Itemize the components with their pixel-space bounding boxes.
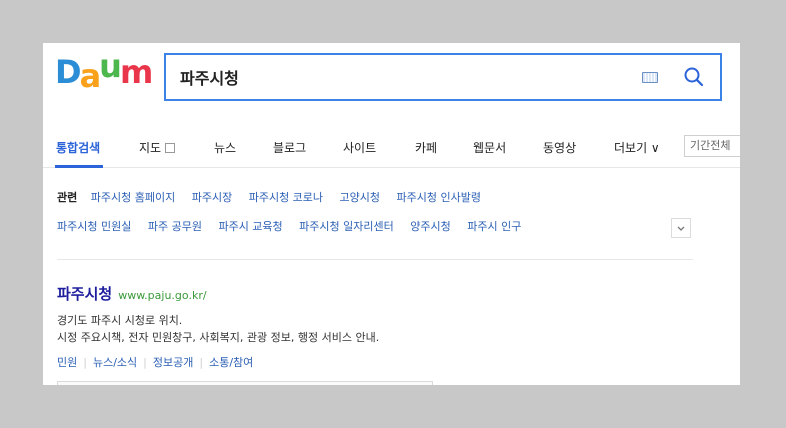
tab-map-label: 지도 — [139, 141, 162, 155]
tab-map[interactable]: 지도 — [139, 139, 176, 156]
sublink-news[interactable]: 뉴스/소식 — [93, 356, 137, 369]
search-button[interactable] — [678, 61, 710, 93]
result-description-line-2: 시정 주요시책, 전자 민원창구, 사회복지, 관광 정보, 행정 서비스 안내… — [57, 331, 380, 344]
sublink-participation[interactable]: 소통/참여 — [209, 356, 253, 369]
chevron-down-icon — [677, 226, 685, 231]
related-link[interactable]: 파주시청 코로나 — [249, 191, 323, 204]
result-preview-box — [57, 381, 433, 385]
sublink-separator: | — [199, 356, 204, 369]
result-title-link[interactable]: 파주시청 — [57, 285, 112, 303]
related-label: 관련 — [57, 191, 78, 204]
logo-letter-d: D — [55, 53, 82, 91]
result-header: 파주시청 www.paju.go.kr/ — [57, 283, 707, 304]
map-checkbox[interactable] — [165, 142, 176, 153]
related-link[interactable]: 파주 공무원 — [148, 220, 202, 233]
related-link[interactable]: 고양시청 — [340, 191, 380, 204]
search-header: D a u m — [43, 43, 740, 118]
tab-blog[interactable]: 블로그 — [273, 139, 306, 156]
keyboard-icon[interactable] — [642, 72, 658, 83]
related-link[interactable]: 파주시장 — [192, 191, 232, 204]
logo-letter-u: u — [99, 47, 122, 85]
related-link[interactable]: 파주시청 일자리센터 — [299, 220, 394, 233]
tab-video[interactable]: 동영상 — [543, 139, 576, 156]
related-link[interactable]: 파주시 인구 — [467, 220, 521, 233]
logo-letter-m: m — [119, 53, 153, 91]
search-box — [164, 53, 722, 101]
section-divider — [57, 259, 693, 260]
tab-cafe[interactable]: 카페 — [415, 139, 437, 156]
search-icon — [684, 67, 704, 87]
tab-integrated[interactable]: 통합검색 — [56, 139, 100, 156]
search-tabs: 통합검색 지도 뉴스 블로그 사이트 카페 웹문서 동영상 더보기 ∨ 기간전체 — [43, 133, 740, 168]
period-filter-select[interactable]: 기간전체 — [684, 135, 740, 157]
logo-letter-a: a — [79, 57, 102, 95]
search-result: 파주시청 www.paju.go.kr/ 경기도 파주시 시청로 위치. 시정 주… — [57, 283, 707, 369]
result-url-link[interactable]: www.paju.go.kr/ — [118, 289, 206, 302]
search-input[interactable] — [180, 55, 620, 99]
sublink-separator: | — [83, 356, 87, 369]
sublink-separator: | — [143, 356, 147, 369]
related-link[interactable]: 파주시청 인사발령 — [397, 191, 481, 204]
related-link[interactable]: 파주시 교육청 — [218, 220, 282, 233]
daum-logo[interactable]: D a u m — [55, 47, 153, 95]
tab-more[interactable]: 더보기 ∨ — [614, 139, 660, 156]
sublink-info[interactable]: 정보공개 — [153, 356, 193, 369]
related-expand-button[interactable] — [671, 218, 691, 238]
related-row-2: 파주시청 민원실 파주 공무원 파주시 교육청 파주시청 일자리센터 양주시청 … — [57, 218, 534, 234]
tab-news[interactable]: 뉴스 — [214, 139, 236, 156]
related-row-1: 관련 파주시청 홈페이지 파주시장 파주시청 코로나 고양시청 파주시청 인사발… — [57, 189, 494, 205]
related-link[interactable]: 양주시청 — [410, 220, 450, 233]
related-link[interactable]: 파주시청 민원실 — [57, 220, 131, 233]
tab-site[interactable]: 사이트 — [343, 139, 376, 156]
sublink-civil[interactable]: 민원 — [57, 356, 77, 369]
browser-window: D a u m 통합검색 지도 뉴스 블로그 사이트 카페 웹문서 동영상 더보… — [43, 43, 740, 385]
tab-webdoc[interactable]: 웹문서 — [473, 139, 506, 156]
active-tab-indicator — [55, 165, 103, 168]
result-description-line-1: 경기도 파주시 시청로 위치. — [57, 314, 183, 327]
result-sublinks: 민원 | 뉴스/소식 | 정보공개 | 소통/참여 — [57, 354, 253, 370]
related-link[interactable]: 파주시청 홈페이지 — [91, 191, 175, 204]
